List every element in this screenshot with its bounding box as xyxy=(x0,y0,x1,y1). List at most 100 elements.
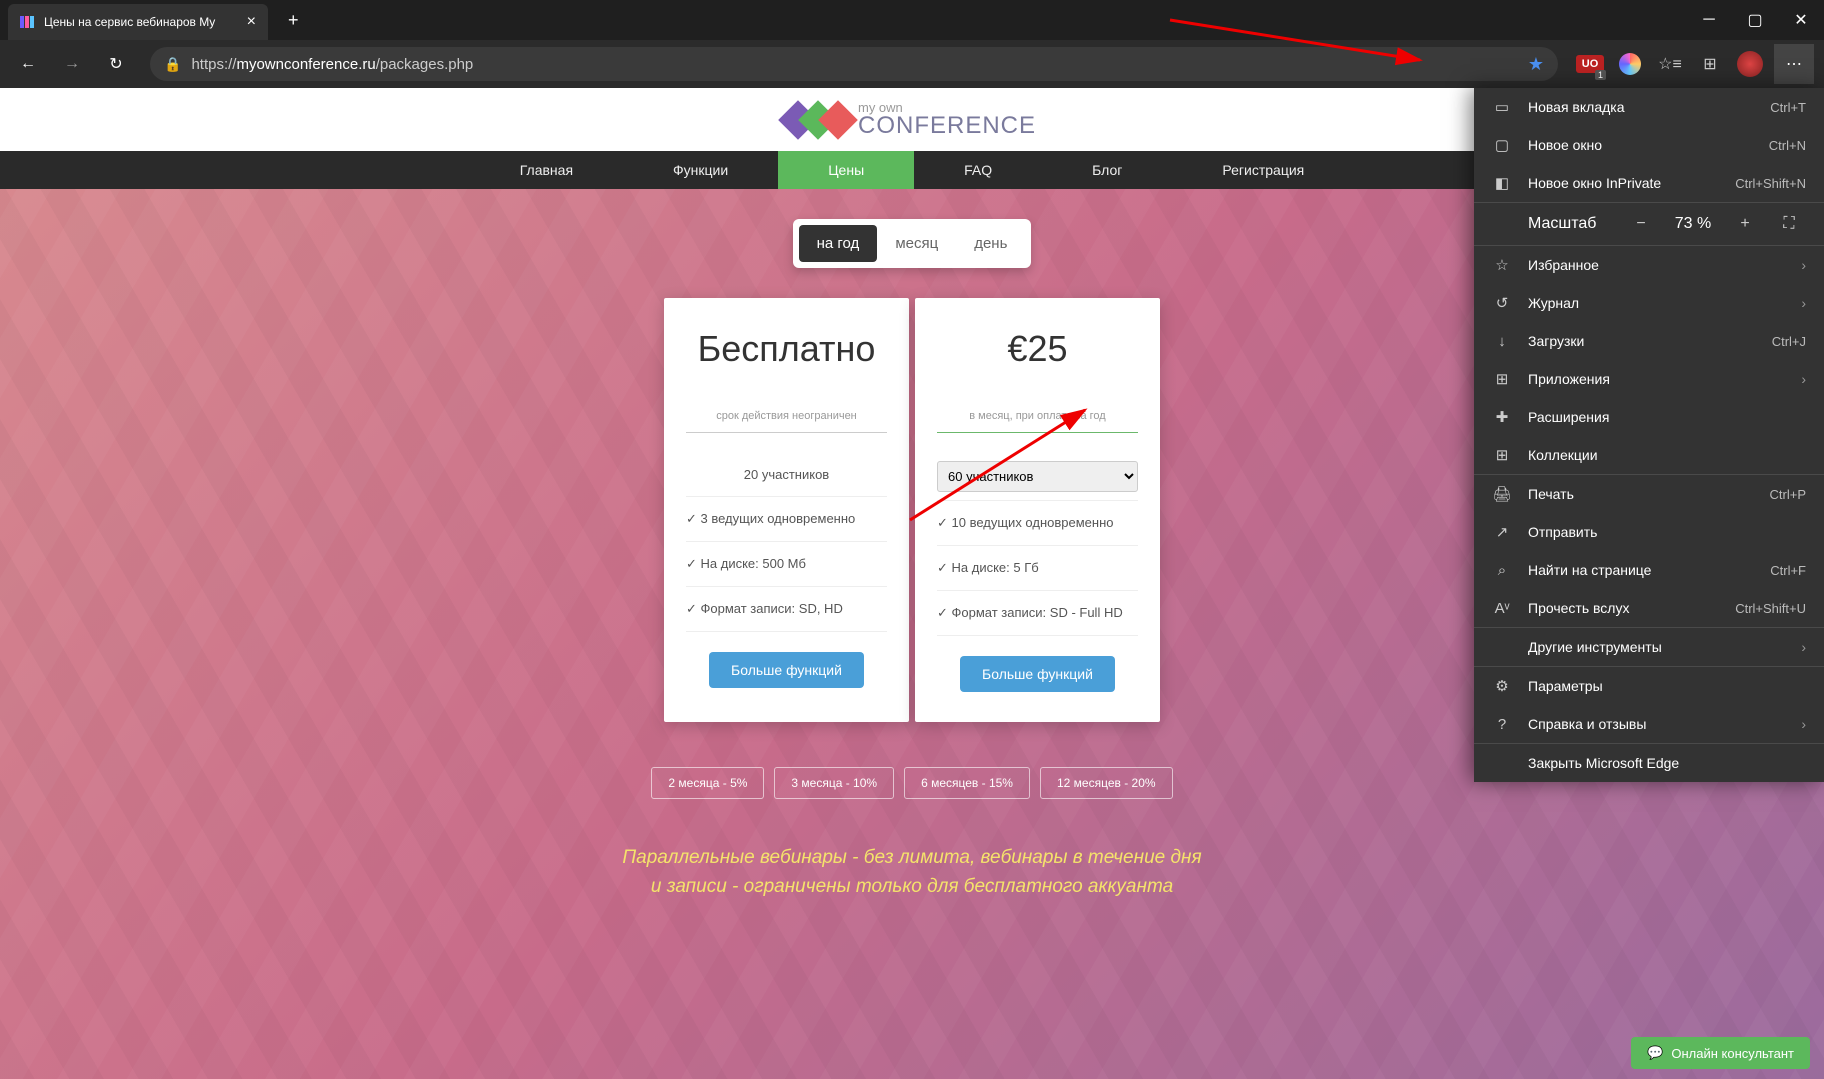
inprivate-icon: ◧ xyxy=(1492,174,1512,192)
menu-help[interactable]: ?Справка и отзывы› xyxy=(1474,705,1824,743)
browser-tab[interactable]: Цены на сервис вебинаров My × xyxy=(8,4,268,40)
format-paid: ✓ Формат записи: SD - Full HD xyxy=(937,591,1138,636)
minimize-button[interactable]: ─ xyxy=(1686,0,1732,40)
title-bar: Цены на сервис вебинаров My × + ─ ▢ ✕ xyxy=(0,0,1824,40)
nav-faq[interactable]: FAQ xyxy=(914,151,1042,189)
more-button-free[interactable]: Больше функций xyxy=(709,652,864,688)
menu-print[interactable]: 🖨ПечатьCtrl+P xyxy=(1474,475,1824,513)
presenters-free: ✓ 3 ведущих одновременно xyxy=(686,497,887,542)
nav-features[interactable]: Функции xyxy=(623,151,778,189)
favorites-icon[interactable]: ☆≡ xyxy=(1654,48,1686,80)
collections-icon[interactable]: ⊞ xyxy=(1694,48,1726,80)
menu-apps[interactable]: ⊞Приложения› xyxy=(1474,360,1824,398)
favorites-menu-icon: ☆ xyxy=(1492,256,1512,274)
tab-title: Цены на сервис вебинаров My xyxy=(44,15,239,29)
pricing-card-paid: €25 в месяц, при оплате за год 60 участн… xyxy=(915,298,1160,722)
period-month[interactable]: месяц xyxy=(877,225,956,262)
zoom-label: Масштаб xyxy=(1528,215,1614,233)
discount-2m[interactable]: 2 месяца - 5% xyxy=(651,767,764,799)
chat-widget[interactable]: 💬 Онлайн консультант xyxy=(1631,1037,1810,1069)
profile-icon[interactable] xyxy=(1734,48,1766,80)
menu-downloads[interactable]: ↓ЗагрузкиCtrl+J xyxy=(1474,322,1824,360)
menu-close-edge[interactable]: Закрыть Microsoft Edge xyxy=(1474,744,1824,782)
share-icon: ↗ xyxy=(1492,523,1512,541)
menu-collections[interactable]: ⊞Коллекции xyxy=(1474,436,1824,474)
menu-new-inprivate[interactable]: ◧Новое окно InPrivateCtrl+Shift+N xyxy=(1474,164,1824,202)
ublock-icon[interactable]: UO1 xyxy=(1574,48,1606,80)
chevron-right-icon: › xyxy=(1801,257,1806,273)
zoom-value: 73 % xyxy=(1668,215,1718,233)
extensions-icon: ✚ xyxy=(1492,408,1512,426)
browser-toolbar: ← → ↻ 🔒 https://myownconference.ru/packa… xyxy=(0,40,1824,88)
nav-blog[interactable]: Блог xyxy=(1042,151,1172,189)
read-aloud-icon: Aᵛ xyxy=(1492,600,1512,617)
find-icon: ⌕ xyxy=(1492,562,1512,579)
lock-icon: 🔒 xyxy=(164,56,181,73)
reload-button[interactable]: ↻ xyxy=(98,46,134,82)
back-button[interactable]: ← xyxy=(10,46,46,82)
menu-zoom: Масштаб − 73 % + ⛶ xyxy=(1474,203,1824,245)
window-controls: ─ ▢ ✕ xyxy=(1686,0,1824,40)
history-icon: ↺ xyxy=(1492,294,1512,312)
favicon-icon xyxy=(20,14,36,30)
disk-paid: ✓ На диске: 5 Гб xyxy=(937,546,1138,591)
period-selector: на год месяц день xyxy=(793,219,1032,268)
more-button-paid[interactable]: Больше функций xyxy=(960,656,1115,692)
logo-text-big: CONFERENCE xyxy=(858,114,1036,138)
chevron-right-icon: › xyxy=(1801,295,1806,311)
menu-new-tab[interactable]: ▭Новая вкладкаCtrl+T xyxy=(1474,88,1824,126)
discount-3m[interactable]: 3 месяца - 10% xyxy=(774,767,894,799)
chevron-right-icon: › xyxy=(1801,716,1806,732)
sub-paid: в месяц, при оплате за год xyxy=(937,410,1138,433)
menu-read-aloud[interactable]: AᵛПрочесть вслухCtrl+Shift+U xyxy=(1474,589,1824,627)
period-year[interactable]: на год xyxy=(799,225,878,262)
close-window-button[interactable]: ✕ xyxy=(1778,0,1824,40)
forward-button[interactable]: → xyxy=(54,46,90,82)
downloads-icon: ↓ xyxy=(1492,333,1512,350)
browser-menu: ▭Новая вкладкаCtrl+T ▢Новое окноCtrl+N ◧… xyxy=(1474,88,1824,782)
settings-icon: ⚙ xyxy=(1492,677,1512,695)
menu-extensions[interactable]: ✚Расширения xyxy=(1474,398,1824,436)
menu-more-tools[interactable]: Другие инструменты› xyxy=(1474,628,1824,666)
collections-menu-icon: ⊞ xyxy=(1492,446,1512,464)
menu-favorites[interactable]: ☆Избранное› xyxy=(1474,246,1824,284)
chevron-right-icon: › xyxy=(1801,371,1806,387)
favorite-star-icon[interactable]: ★ xyxy=(1528,54,1544,75)
nav-home[interactable]: Главная xyxy=(470,151,623,189)
pricing-card-free: Бесплатно срок действия неограничен 20 у… xyxy=(664,298,909,722)
nav-prices[interactable]: Цены xyxy=(778,151,914,189)
nav-register[interactable]: Регистрация xyxy=(1172,151,1354,189)
promo-text: Параллельные вебинары - без лимита, веби… xyxy=(0,844,1824,901)
menu-new-window[interactable]: ▢Новое окноCtrl+N xyxy=(1474,126,1824,164)
presenters-paid: ✓ 10 ведущих одновременно xyxy=(937,501,1138,546)
fullscreen-button[interactable]: ⛶ xyxy=(1772,209,1806,239)
zoom-out-button[interactable]: − xyxy=(1624,209,1658,239)
menu-find[interactable]: ⌕Найти на страницеCtrl+F xyxy=(1474,551,1824,589)
menu-button[interactable]: ⋯ xyxy=(1774,44,1814,84)
url-text: https://myownconference.ru/packages.php xyxy=(191,56,473,73)
apps-icon: ⊞ xyxy=(1492,370,1512,388)
address-bar[interactable]: 🔒 https://myownconference.ru/packages.ph… xyxy=(150,47,1558,81)
new-tab-button[interactable]: + xyxy=(280,6,307,35)
site-logo[interactable]: my own CONFERENCE xyxy=(788,101,1036,138)
sub-free: срок действия неограничен xyxy=(686,410,887,433)
tab-close-icon[interactable]: × xyxy=(247,13,256,31)
chat-icon: 💬 xyxy=(1647,1045,1663,1061)
discount-6m[interactable]: 6 месяцев - 15% xyxy=(904,767,1030,799)
chat-label: Онлайн консультант xyxy=(1671,1046,1794,1061)
print-icon: 🖨 xyxy=(1492,485,1512,503)
maximize-button[interactable]: ▢ xyxy=(1732,0,1778,40)
extension-icon[interactable] xyxy=(1614,48,1646,80)
new-window-icon: ▢ xyxy=(1492,136,1512,154)
menu-history[interactable]: ↺Журнал› xyxy=(1474,284,1824,322)
period-day[interactable]: день xyxy=(956,225,1025,262)
chevron-right-icon: › xyxy=(1801,639,1806,655)
new-tab-icon: ▭ xyxy=(1492,98,1512,116)
discount-12m[interactable]: 12 месяцев - 20% xyxy=(1040,767,1173,799)
menu-share[interactable]: ↗Отправить xyxy=(1474,513,1824,551)
price-free: Бесплатно xyxy=(686,328,887,370)
zoom-in-button[interactable]: + xyxy=(1728,209,1762,239)
menu-settings[interactable]: ⚙Параметры xyxy=(1474,667,1824,705)
participants-free: 20 участников xyxy=(686,453,887,497)
participants-select[interactable]: 60 участников xyxy=(937,461,1138,492)
